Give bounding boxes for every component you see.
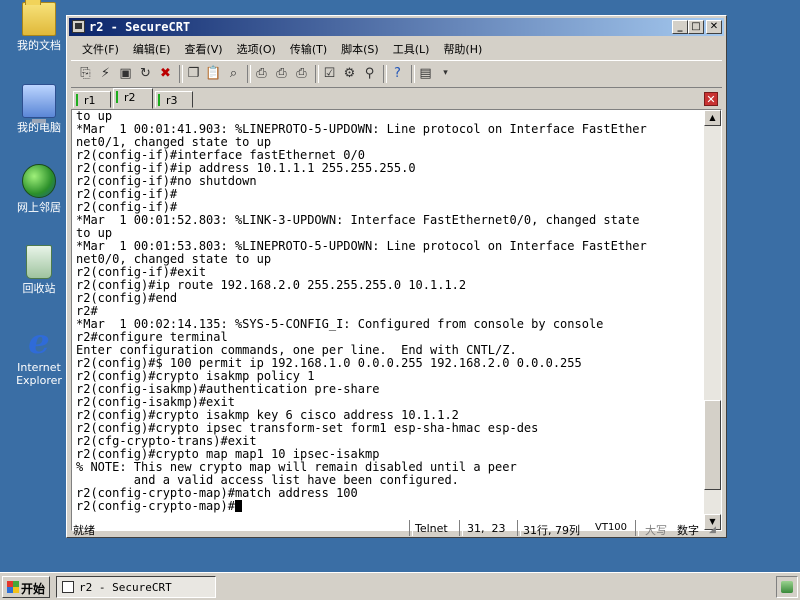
minimize-button[interactable]: _ [672,20,688,34]
recycle-bin-icon [26,245,52,279]
maximize-button[interactable]: □ [688,20,704,34]
desktop-icon-label: 我的文档 [17,39,61,52]
status-ready: 就绪 [73,524,95,537]
windows-logo-icon [7,581,19,593]
resize-grip-icon[interactable]: ◢ [709,525,716,535]
system-tray[interactable] [776,576,798,598]
connect-icon[interactable]: ⎘ [77,65,94,82]
toolbar-separator [383,65,387,83]
toolbar: ⎘ ⚡ ▣ ↻ ✖ ❐ 📋 ⌕ ⎙ ⎙ ⎙ ☑ ⚙ ⚲ ? ▤ ▾ [71,60,722,88]
desktop-icon-label: 回收站 [22,282,56,295]
desktop-icon-network-places[interactable]: 网上邻居 [6,164,72,214]
status-separator [635,520,639,536]
toolbar-overflow-icon[interactable]: ▾ [437,65,454,82]
status-bar: 就绪 Telnet 31, 23 31行, 79列 VT100 大写 数字 ◢ [69,519,724,537]
desktop-icon-label: 网上邻居 [17,201,61,214]
menu-script[interactable]: 脚本(S) [334,38,386,57]
vertical-scrollbar[interactable]: ▲ ▼ [704,110,721,530]
network-places-icon [22,164,56,198]
close-button[interactable]: ✕ [706,20,722,34]
tab-label: r3 [166,94,178,107]
toolbar-separator [179,65,183,83]
menu-help[interactable]: 帮助(H) [436,38,489,57]
print-setup-icon[interactable]: ⎙ [293,65,310,82]
session-options-icon[interactable]: ☑ [321,65,338,82]
toolbar-separator [411,65,415,83]
taskbar-item-label: r2 - SecureCRT [79,581,172,594]
help-icon[interactable]: ? [389,65,406,82]
internet-explorer-icon: e [28,322,50,362]
status-separator [409,520,413,536]
session-tab-bar: r1 r2 r3 ✕ [71,88,722,109]
sftp-icon[interactable]: ▤ [417,65,434,82]
terminal-line: r2(config)#end [76,291,178,305]
desktop-icon-recycle-bin[interactable]: 回收站 [6,245,72,295]
tab-r1[interactable]: r1 [73,91,111,108]
menu-transfer[interactable]: 传输(T) [283,38,334,57]
disconnect-icon[interactable]: ✖ [157,65,174,82]
desktop-icon-internet-explorer[interactable]: e Internet Explorer [6,322,72,387]
toolbar-separator [315,65,319,83]
terminal-pane[interactable]: to up *Mar 1 00:01:41.903: %LINEPROTO-5-U… [71,109,722,531]
network-status-icon[interactable] [781,581,793,593]
desktop-icon-my-computer[interactable]: 我的电脑 [6,84,72,134]
quick-connect-icon[interactable]: ⚡ [97,65,114,82]
menu-tools[interactable]: 工具(L) [386,38,437,57]
window-titlebar[interactable]: r2 - SecureCRT _ □ ✕ [69,18,724,36]
copy-icon[interactable]: ❐ [185,65,202,82]
toolbar-separator [247,65,251,83]
menu-file[interactable]: 文件(F) [75,38,126,57]
status-separator [517,520,521,536]
my-documents-icon [22,0,56,36]
start-label: 开始 [21,582,46,596]
taskbar: 开始 r2 - SecureCRT [0,572,800,600]
status-caps: 大写 [645,524,667,537]
scrollbar-thumb[interactable] [704,400,721,491]
print-selection-icon[interactable]: ⎙ [273,65,290,82]
close-tab-icon[interactable]: ✕ [704,92,718,106]
tab-r2[interactable]: r2 [113,88,153,109]
start-button[interactable]: 开始 [2,576,50,598]
menu-edit[interactable]: 编辑(E) [126,38,178,57]
terminal-line: r2(config-crypto-map)# [76,500,701,513]
find-icon[interactable]: ⌕ [225,65,242,82]
tab-label: r1 [84,94,96,107]
terminal-output[interactable]: to up *Mar 1 00:01:41.903: %LINEPROTO-5-U… [76,110,701,530]
status-protocol: Telnet [415,522,448,535]
paste-icon[interactable]: 📋 [205,65,222,82]
my-computer-icon [22,84,56,123]
print-icon[interactable]: ⎙ [253,65,270,82]
reconnect-icon[interactable]: ↻ [137,65,154,82]
terminal-line: *Mar 1 00:01:52.803: %LINK-3-UPDOWN: Int… [76,213,640,227]
status-separator [459,520,463,536]
keymap-icon[interactable]: ⚲ [361,65,378,82]
global-options-icon[interactable]: ⚙ [341,65,358,82]
tab-label: r2 [124,91,136,104]
status-terminal-type: VT100 [595,522,628,533]
securecrt-window: r2 - SecureCRT _ □ ✕ 文件(F) 编辑(E) 查看(V) 选项(O… [66,15,727,538]
desktop-icon-my-documents[interactable]: 我的文档 [6,0,72,52]
securecrt-app-icon [62,581,74,593]
menu-view[interactable]: 查看(V) [177,38,229,57]
status-row-col: 31行, 79列 [523,524,580,537]
desktop-icon-label: Internet Explorer [16,361,62,387]
status-num: 数字 [677,524,699,537]
scroll-up-button[interactable]: ▲ [704,110,721,126]
taskbar-item-securecrt[interactable]: r2 - SecureCRT [56,576,216,598]
menu-options[interactable]: 选项(O) [230,38,283,57]
terminal-cursor [234,500,242,512]
menu-bar: 文件(F) 编辑(E) 查看(V) 选项(O) 传输(T) 脚本(S) 工具(L) 帮助(H) [69,38,724,57]
window-title: r2 - SecureCRT [89,20,191,34]
status-cursor-pos: 31, 23 [467,522,506,535]
connect-tab-icon[interactable]: ▣ [117,65,134,82]
tab-r3[interactable]: r3 [155,91,193,108]
securecrt-app-icon[interactable] [72,20,85,33]
